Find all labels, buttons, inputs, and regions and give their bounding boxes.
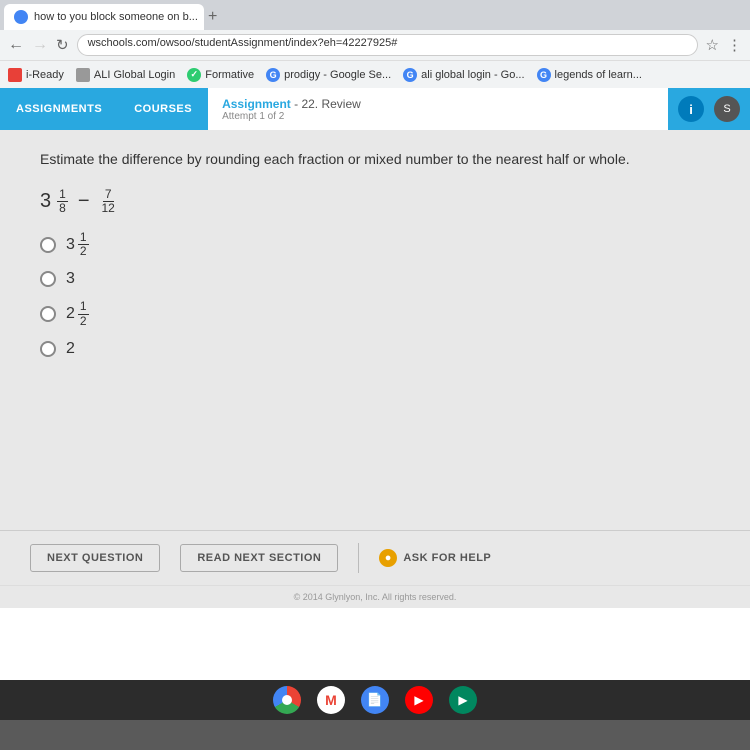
tab-bar: how to you block someone on b... × + [0, 0, 750, 30]
address-bar: ← → ↻ wschools.com/owsoo/studentAssignme… [0, 30, 750, 60]
info-button[interactable]: i [678, 96, 704, 122]
bookmark-legends-label: legends of learn... [555, 69, 642, 81]
bookmark-prodigy[interactable]: G prodigy - Google Se... [266, 68, 391, 82]
fraction-a: 1 2 [78, 231, 89, 258]
assignment-title: Assignment - 22. Review [222, 97, 654, 111]
option-b-text: 3 [66, 270, 75, 288]
option-d-text: 2 [66, 340, 75, 358]
attempt-text: Attempt 1 of 2 [222, 111, 654, 122]
formative-icon: ✓ [187, 68, 201, 82]
taskbar-play-icon[interactable]: ▶ [449, 686, 477, 714]
aliglobal-icon: G [403, 68, 417, 82]
bookmark-legends[interactable]: G legends of learn... [537, 68, 642, 82]
active-tab[interactable]: how to you block someone on b... × [4, 4, 204, 30]
tab-title: how to you block someone on b... [34, 11, 198, 23]
ali-icon [76, 68, 90, 82]
read-next-section-button[interactable]: READ NEXT SECTION [180, 544, 338, 572]
ask-help-label: ASK FOR HELP [403, 552, 491, 564]
back-button[interactable]: ← [8, 36, 24, 54]
iready-icon [8, 68, 22, 82]
minus-sign: − [78, 190, 90, 213]
app-header: ASSIGNMENTS COURSES Assignment - 22. Rev… [0, 88, 750, 130]
radio-a[interactable] [40, 237, 56, 253]
forward-button[interactable]: → [32, 36, 48, 54]
user-button[interactable]: S [714, 96, 740, 122]
bookmark-aliglobal[interactable]: G ali global login - Go... [403, 68, 524, 82]
menu-icon[interactable]: ⋮ [727, 36, 742, 54]
fraction-1-8: 1 8 [57, 188, 68, 215]
question-prompt: Estimate the difference by rounding each… [40, 150, 720, 170]
prodigy-icon: G [266, 68, 280, 82]
option-d[interactable]: 2 [40, 340, 720, 358]
bookmark-prodigy-label: prodigy - Google Se... [284, 69, 391, 81]
bookmark-iready[interactable]: i-Ready [8, 68, 64, 82]
radio-c[interactable] [40, 306, 56, 322]
bookmark-aliglobal-label: ali global login - Go... [421, 69, 524, 81]
whole-number: 3 [40, 190, 51, 213]
option-a[interactable]: 3 1 2 [40, 231, 720, 258]
reload-button[interactable]: ↻ [56, 36, 69, 54]
next-question-button[interactable]: NEXT QUESTION [30, 544, 160, 572]
legends-icon: G [537, 68, 551, 82]
fraction-c: 1 2 [78, 300, 89, 327]
bookmark-star-icon[interactable]: ☆ [706, 36, 719, 54]
footer: © 2014 Glynlyon, Inc. All rights reserve… [0, 585, 750, 608]
radio-b[interactable] [40, 271, 56, 287]
taskbar-chrome-icon[interactable] [273, 686, 301, 714]
vertical-divider [358, 543, 359, 573]
option-c[interactable]: 2 1 2 [40, 300, 720, 327]
radio-d[interactable] [40, 341, 56, 357]
option-a-text: 3 1 2 [66, 231, 89, 258]
bookmark-formative[interactable]: ✓ Formative [187, 68, 254, 82]
options-list: 3 1 2 3 2 [40, 231, 720, 358]
option-b[interactable]: 3 [40, 270, 720, 288]
copyright-text: © 2014 Glynlyon, Inc. All rights reserve… [294, 592, 457, 602]
bookmark-ali[interactable]: ALI Global Login [76, 68, 175, 82]
bookmarks-bar: i-Ready ALI Global Login ✓ Formative G [0, 60, 750, 88]
url-bar[interactable]: wschools.com/owsoo/studentAssignment/ind… [77, 34, 698, 56]
taskbar-gmail-icon[interactable]: M [317, 686, 345, 714]
tab-favicon [14, 10, 28, 24]
header-right: i S [668, 88, 750, 130]
assignment-subtitle: - 22. Review [294, 97, 361, 111]
option-c-text: 2 1 2 [66, 300, 89, 327]
assignment-info: Assignment - 22. Review Attempt 1 of 2 [208, 88, 668, 130]
bookmark-formative-label: Formative [205, 69, 254, 81]
url-text: wschools.com/owsoo/studentAssignment/ind… [88, 37, 398, 49]
nav-links: ASSIGNMENTS COURSES [0, 88, 208, 130]
taskbar-files-icon[interactable]: 📄 [361, 686, 389, 714]
bookmark-iready-label: i-Ready [26, 69, 64, 81]
main-content: Estimate the difference by rounding each… [0, 130, 750, 530]
new-tab-button[interactable]: + [208, 8, 217, 26]
math-expression: 3 1 8 − 7 12 [40, 188, 720, 215]
bookmark-ali-label: ALI Global Login [94, 69, 175, 81]
ask-for-help-button[interactable]: ● ASK FOR HELP [379, 549, 491, 567]
nav-assignments[interactable]: ASSIGNMENTS [0, 88, 118, 130]
nav-courses[interactable]: COURSES [118, 88, 208, 130]
help-icon: ● [379, 549, 397, 567]
fraction-7-12: 7 12 [100, 188, 117, 215]
taskbar-youtube-icon[interactable]: ▶ [405, 686, 433, 714]
taskbar: M 📄 ▶ ▶ [0, 680, 750, 720]
bottom-bar: NEXT QUESTION READ NEXT SECTION ● ASK FO… [0, 530, 750, 585]
